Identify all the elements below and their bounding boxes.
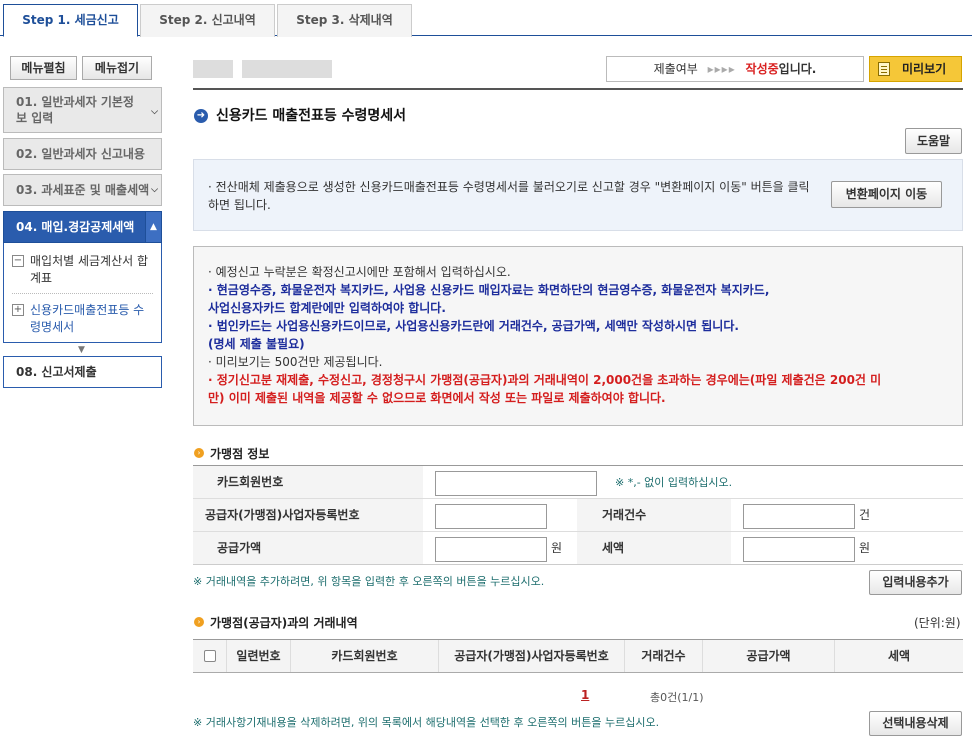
count-input[interactable] xyxy=(743,504,855,529)
count-unit: 건 xyxy=(859,508,871,522)
column-header: 카드회원번호 xyxy=(291,640,439,672)
tab-step3[interactable]: Step 3. 삭제내역 xyxy=(277,4,412,37)
notice-line: · 미리보기는 500건만 제공됩니다. xyxy=(208,355,383,369)
notice-line: 만) 이미 제출된 내역을 제공할 수 없으므로 화면에서 작성 또는 파일로 … xyxy=(208,391,666,405)
conversion-info-text: · 전산매체 제출용으로 생성한 신용카드매출전표등 수령명세서를 불러오기로 … xyxy=(208,180,810,212)
menu-collapse-button[interactable]: 메뉴접기 xyxy=(82,56,152,80)
notice-line: 사업신용자카드 합계란에만 입력하여야 합니다. xyxy=(208,301,446,315)
column-header: 거래건수 xyxy=(625,640,703,672)
preview-label: 미리보기 xyxy=(902,62,947,76)
submission-status: 제출여부 ▸▸▸▸ 작성중입니다. xyxy=(606,56,864,82)
bullet-icon: › xyxy=(194,617,204,627)
select-all-checkbox[interactable] xyxy=(204,650,216,662)
conversion-page-button[interactable]: 변환페이지 이동 xyxy=(831,181,942,208)
notice-line: · 현금영수증, 화물운전자 복지카드, 사업용 신용카드 매입자료는 화면하단… xyxy=(208,283,770,297)
status-suffix: 입니다. xyxy=(778,62,817,76)
blurred-user-info xyxy=(242,60,332,78)
unit-note: (단위:원) xyxy=(914,616,961,630)
tab-step2[interactable]: Step 2. 신고내역 xyxy=(140,4,275,37)
merchant-section-title: 가맹점 정보 xyxy=(210,447,270,461)
chevron-down-icon: ⌵ xyxy=(151,107,158,117)
supply-unit: 원 xyxy=(551,541,563,555)
submenu-label: 신용카드매출전표등 수령명세서 xyxy=(30,303,145,334)
supply-label: 공급가액 xyxy=(217,541,262,555)
form-row: 카드회원번호 ※ *,- 없이 입력하십시오. xyxy=(193,466,963,499)
help-button[interactable]: 도움말 xyxy=(905,128,962,154)
page-link[interactable]: 1 xyxy=(581,688,589,702)
form-row: 공급자(가맹점)사업자등록번호 거래건수 건 xyxy=(193,499,963,532)
minus-icon: − xyxy=(12,255,24,267)
divider xyxy=(193,88,963,90)
add-entry-button[interactable]: 입력내용추가 xyxy=(869,570,962,595)
arrow-right-icon: ➜ xyxy=(194,109,208,123)
bullet-icon: › xyxy=(194,448,204,458)
conversion-info-box: · 전산매체 제출용으로 생성한 신용카드매출전표등 수령명세서를 불러오기로 … xyxy=(193,159,963,231)
delete-note: ※ 거래사항기재내용을 삭제하려면, 위의 목록에서 해당내역을 선택한 후 오… xyxy=(193,716,660,729)
column-header: 공급가액 xyxy=(703,640,835,672)
column-header: 공급자(가맹점)사업자등록번호 xyxy=(439,640,625,672)
submenu-label: 매입처별 세금계산서 합계표 xyxy=(30,254,149,285)
tab-step1[interactable]: Step 1. 세금신고 xyxy=(3,4,138,37)
status-state: 작성중 xyxy=(745,62,779,76)
biz-no-label: 공급자(가맹점)사업자등록번호 xyxy=(205,508,360,522)
arrows-icon: ▸▸▸▸ xyxy=(707,62,736,76)
delete-selected-button[interactable]: 선택내용삭제 xyxy=(869,711,962,736)
column-header: 세액 xyxy=(887,649,911,663)
sidebar-item-basic-info[interactable]: 01. 일반과세자 기본정보 입력 ⌵ xyxy=(3,87,162,133)
submenu-credit-card[interactable]: + 신용카드매출전표등 수령명세서 xyxy=(12,302,152,336)
column-header: 일련번호 xyxy=(227,640,291,672)
sidebar-item-purchase-deduction[interactable]: 04. 매입.경감공제세액 ▲ xyxy=(3,211,162,243)
status-label: 제출여부 xyxy=(653,62,698,76)
sidebar-item-label: 01. 일반과세자 기본정보 입력 xyxy=(16,95,134,125)
plus-icon: + xyxy=(12,304,24,316)
tax-input[interactable] xyxy=(743,537,855,562)
sidebar-item-tax-base[interactable]: 03. 과세표준 및 매출세액 ⌵ xyxy=(3,174,162,206)
menu-expand-button[interactable]: 메뉴펼침 xyxy=(10,56,77,80)
chevron-up-icon[interactable]: ▲ xyxy=(145,212,161,242)
card-no-label: 카드회원번호 xyxy=(217,475,284,489)
chevron-down-icon: ⌵ xyxy=(149,175,158,205)
notice-box: · 예정신고 누락분은 확정신고시에만 포함해서 입력하십시오. · 현금영수증… xyxy=(193,246,963,426)
sidebar-item-submit[interactable]: 08. 신고서제출 xyxy=(3,356,162,388)
sidebar-item-report-content[interactable]: 02. 일반과세자 신고내용 xyxy=(3,138,162,170)
record-count: 총0건(1/1) xyxy=(650,691,704,704)
tax-label: 세액 xyxy=(602,541,625,555)
add-note: ※ 거래내역을 추가하려면, 위 항목을 입력한 후 오른쪽의 버튼을 누르십시… xyxy=(193,575,545,588)
notice-line: · 예정신고 누락분은 확정신고시에만 포함해서 입력하십시오. xyxy=(208,265,511,279)
page-title: 신용카드 매출전표등 수령명세서 xyxy=(216,108,407,124)
step-tabs: Step 1. 세금신고 Step 2. 신고내역 Step 3. 삭제내역 xyxy=(0,0,972,37)
list-section-title: 가맹점(공급자)과의 거래내역 xyxy=(210,616,358,630)
document-icon xyxy=(878,62,890,76)
preview-button[interactable]: 미리보기 xyxy=(869,56,962,82)
sidebar-submenu: − 매입처별 세금계산서 합계표 + 신용카드매출전표등 수령명세서 xyxy=(3,243,162,343)
merchant-form: 카드회원번호 ※ *,- 없이 입력하십시오. 공급자(가맹점)사업자등록번호 … xyxy=(193,465,963,565)
supply-input[interactable] xyxy=(435,537,547,562)
transaction-table-header: 일련번호 카드회원번호 공급자(가맹점)사업자등록번호 거래건수 공급가액 세액 xyxy=(193,639,963,673)
tax-unit: 원 xyxy=(859,541,871,555)
sidebar-item-label: 02. 일반과세자 신고내용 xyxy=(16,147,145,161)
count-label: 거래건수 xyxy=(602,508,647,522)
sidebar-item-label: 03. 과세표준 및 매출세액 xyxy=(16,183,150,197)
divider xyxy=(12,293,153,294)
notice-line: (명세 제출 불필요) xyxy=(208,337,305,351)
form-row: 공급가액 원 세액 원 xyxy=(193,532,963,565)
notice-line: · 법인카드는 사업용신용카드이므로, 사업용신용카드란에 거래건수, 공급가액… xyxy=(208,319,739,333)
notice-line: · 정기신고분 재제출, 수정신고, 경정청구시 가맹점(공급자)과의 거래내역… xyxy=(208,373,882,387)
biz-no-input[interactable] xyxy=(435,504,547,529)
card-no-input[interactable] xyxy=(435,471,597,496)
blurred-user-info xyxy=(193,60,233,78)
sidebar-item-label: 04. 매입.경감공제세액 xyxy=(16,220,135,234)
arrow-down-icon: ▼ xyxy=(78,345,85,355)
card-no-hint: ※ *,- 없이 입력하십시오. xyxy=(615,476,733,489)
submenu-tax-invoice[interactable]: − 매입처별 세금계산서 합계표 xyxy=(12,253,152,287)
